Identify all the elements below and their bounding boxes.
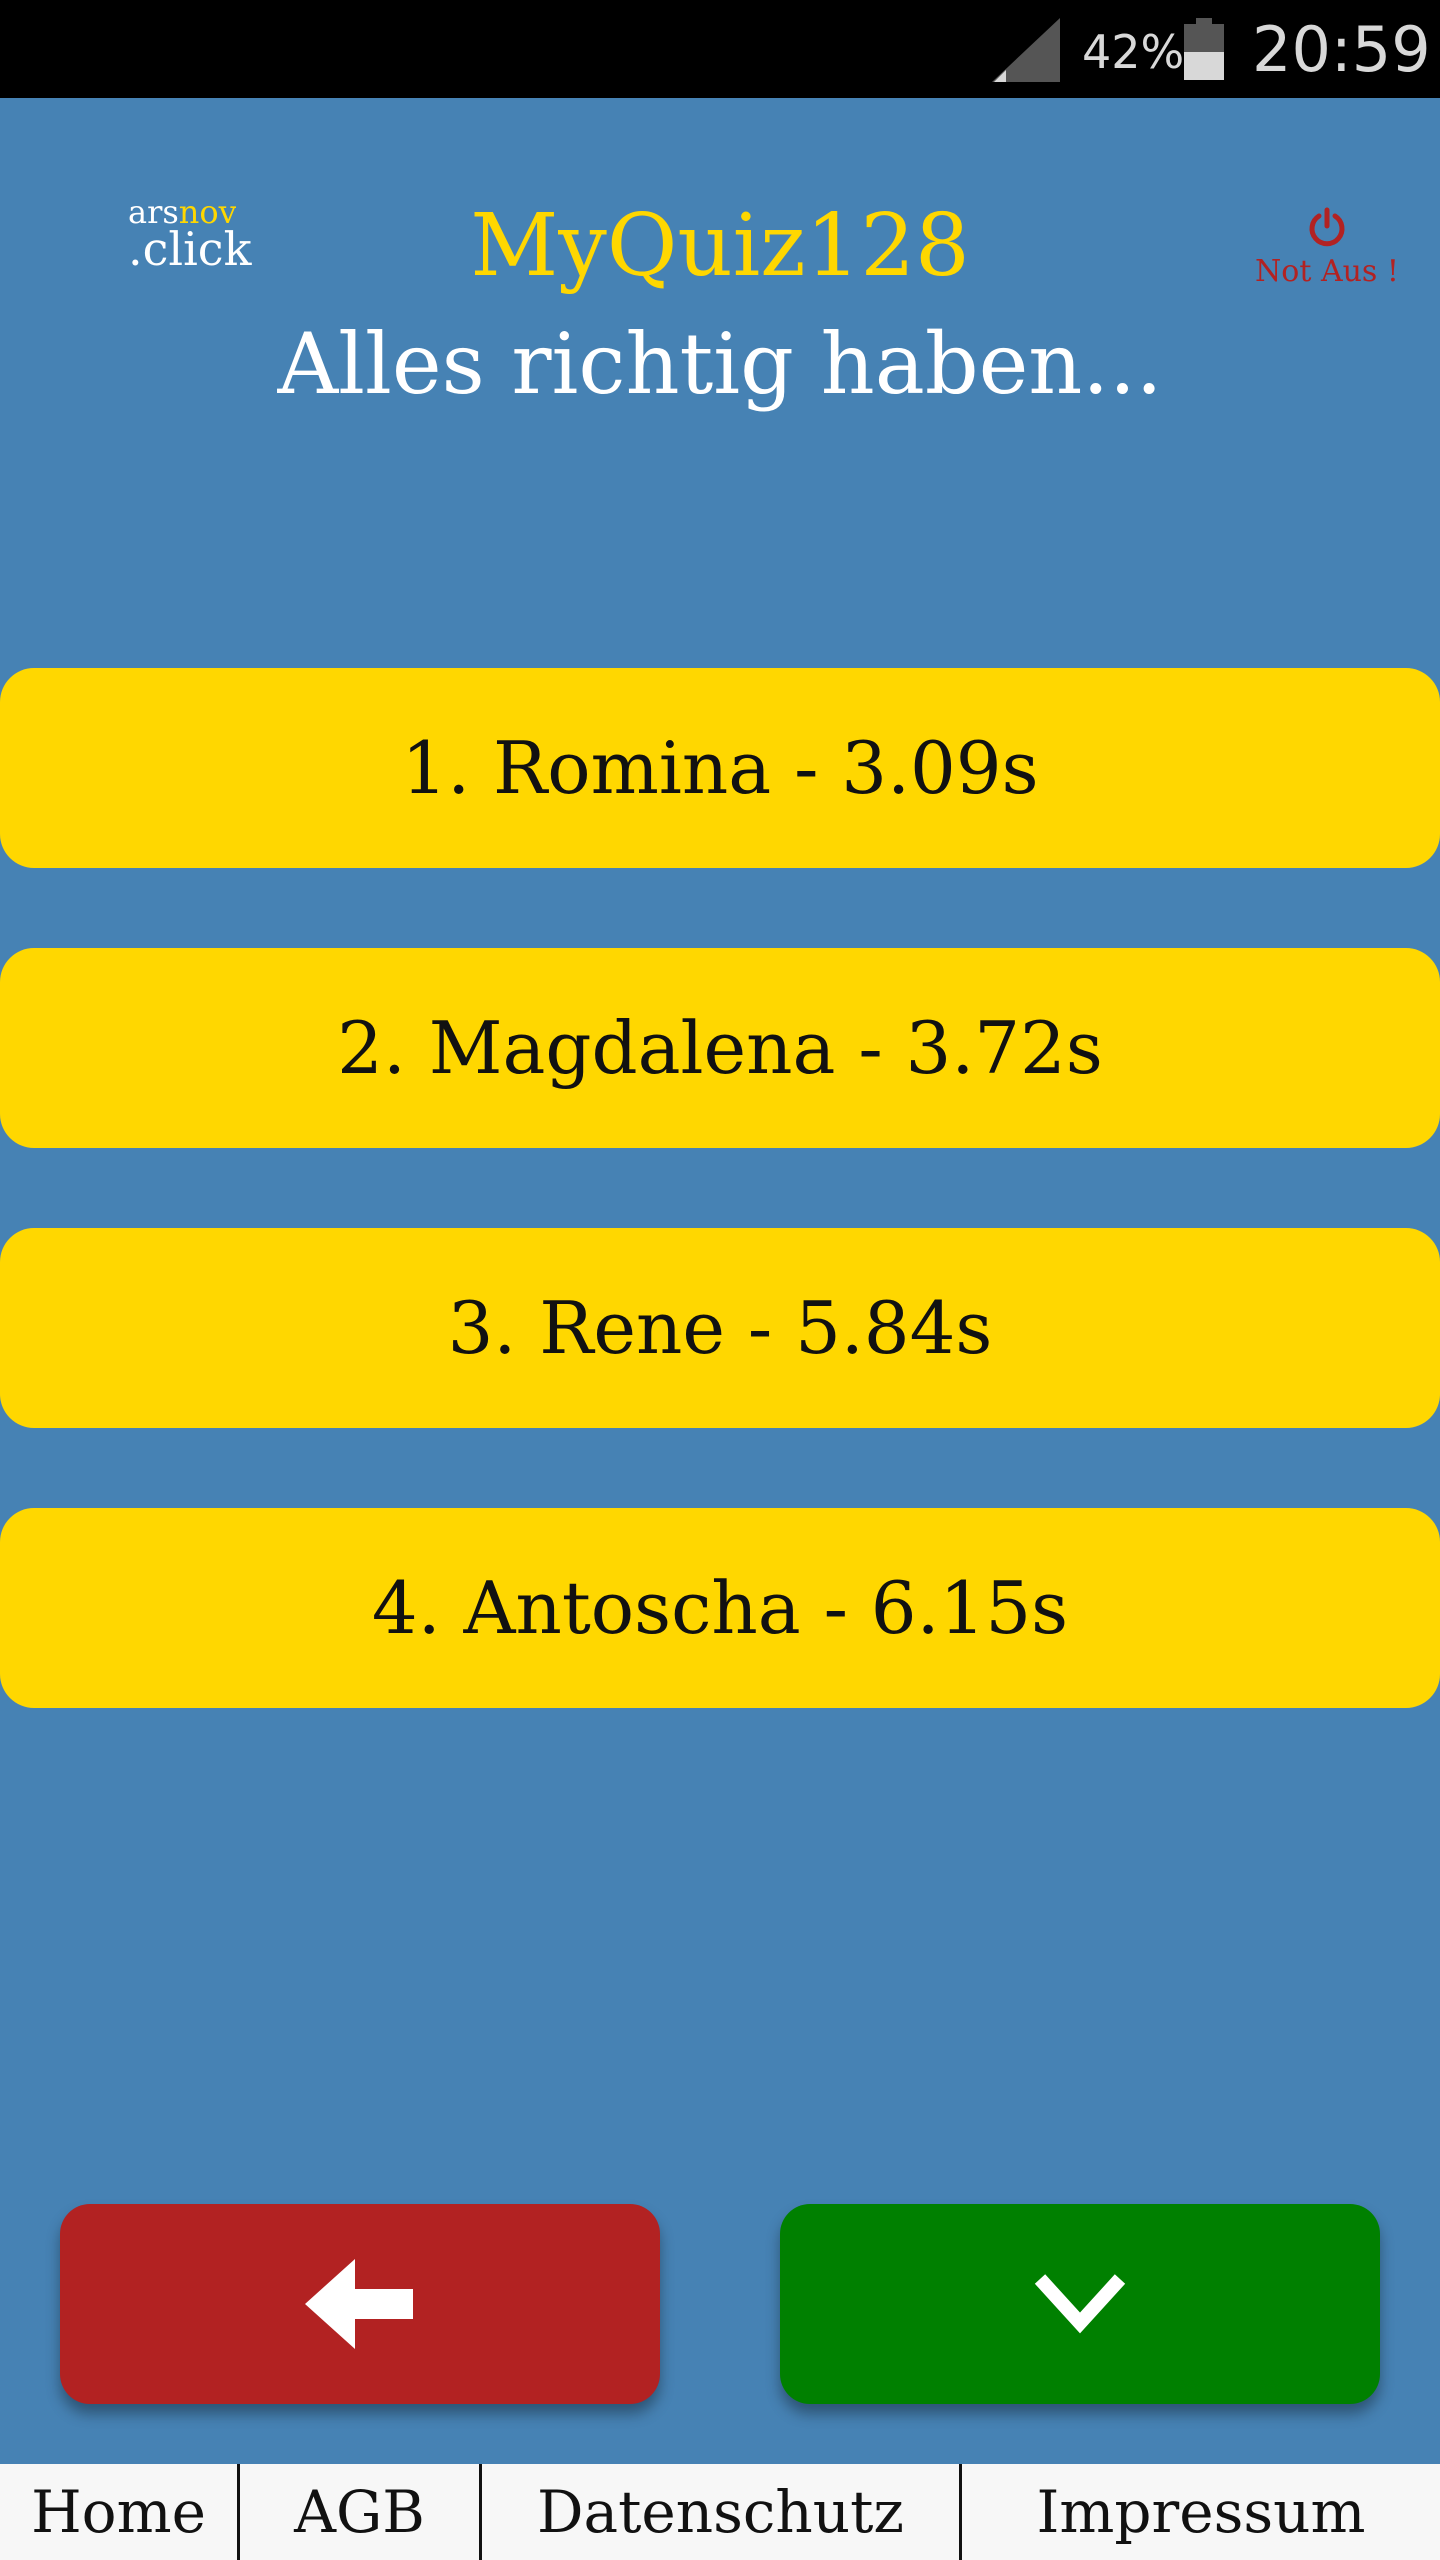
page-subtitle: Alles richtig haben... [277,315,1163,413]
next-button[interactable] [780,2204,1380,2404]
footer-link-impressum[interactable]: Impressum [962,2464,1440,2560]
arrow-left-icon [305,2259,413,2349]
clock: 20:59 [1252,13,1431,86]
power-icon [1309,207,1345,247]
footer-link-home[interactable]: Home [0,2464,240,2560]
result-row-4[interactable]: 4. Antoscha - 6.15s [0,1508,1440,1708]
battery-percent: 42% [1082,25,1185,79]
result-label: 1. Romina - 3.09s [401,726,1039,810]
battery-icon [1184,18,1224,80]
footer-link-agb[interactable]: AGB [240,2464,482,2560]
app-title: MyQuiz128 [470,196,970,296]
not-aus-label: Not Aus ! [1255,254,1399,289]
footer-link-datenschutz[interactable]: Datenschutz [482,2464,962,2560]
chevron-down-icon [1034,2274,1126,2334]
result-label: 4. Antoscha - 6.15s [371,1566,1069,1650]
signal-icon [992,18,1060,82]
result-row-3[interactable]: 3. Rene - 5.84s [0,1228,1440,1428]
result-label: 2. Magdalena - 3.72s [337,1006,1103,1090]
result-label: 3. Rene - 5.84s [447,1286,993,1370]
result-row-2[interactable]: 2. Magdalena - 3.72s [0,948,1440,1148]
status-bar: 42% 20:59 [0,0,1440,98]
footer-nav: Home AGB Datenschutz Impressum [0,2464,1440,2560]
result-row-1[interactable]: 1. Romina - 3.09s [0,668,1440,868]
not-aus-button[interactable]: Not Aus ! [1252,206,1402,290]
back-button[interactable] [60,2204,660,2404]
